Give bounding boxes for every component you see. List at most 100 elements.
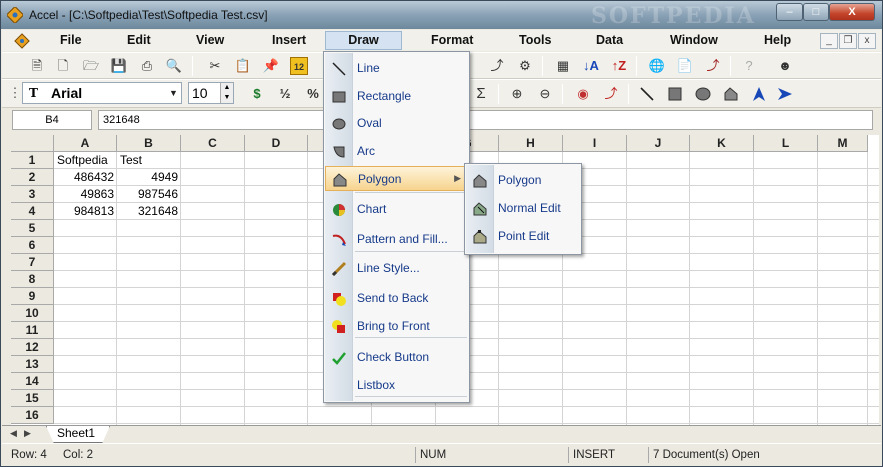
mdi-close-button[interactable]: x — [858, 33, 876, 49]
calendar-icon[interactable]: 12 — [290, 57, 308, 75]
draw-menu-item-check-button[interactable]: Check Button — [325, 345, 468, 370]
row-header-7[interactable]: 7 — [11, 254, 54, 271]
row-header-6[interactable]: 6 — [11, 237, 54, 254]
cell-a4[interactable]: 984813 — [54, 203, 117, 220]
row-header-11[interactable]: 11 — [11, 322, 54, 339]
menu-draw[interactable]: Draw — [325, 31, 402, 50]
polygon-submenu-item-point-edit[interactable]: Point Edit — [466, 224, 580, 249]
spin-buttons[interactable]: ▲ ▼ — [220, 83, 233, 103]
column-header-i[interactable]: I — [563, 135, 627, 152]
menu-help[interactable]: Help — [764, 33, 791, 47]
copy-icon[interactable]: 📋 — [234, 57, 252, 75]
column-header-d[interactable]: D — [245, 135, 308, 152]
sort-descending-icon[interactable]: ↑Z — [610, 57, 628, 75]
cell-b4[interactable]: 321648 — [117, 203, 181, 220]
rectangle-icon[interactable] — [666, 85, 684, 103]
menu-insert[interactable]: Insert — [272, 33, 306, 47]
menu-window[interactable]: Window — [670, 33, 718, 47]
oval-icon[interactable] — [694, 85, 712, 103]
assistant-icon[interactable]: ☻ — [776, 57, 794, 75]
pattern-fill-icon[interactable]: ⤴ — [602, 85, 620, 103]
row-header-5[interactable]: 5 — [11, 220, 54, 237]
tab-sheet1[interactable]: Sheet1 — [46, 426, 110, 443]
cell-b1[interactable]: Test — [117, 152, 181, 169]
column-header-c[interactable]: C — [181, 135, 245, 152]
row-header-2[interactable]: 2 — [11, 169, 54, 186]
print-icon[interactable]: ⎙ — [138, 57, 156, 75]
draw-menu-item-polygon[interactable]: Polygon ▶ — [325, 166, 468, 191]
zoom-out-icon[interactable]: ⊖ — [536, 85, 554, 103]
fraction-icon[interactable]: ½ — [276, 85, 294, 103]
draw-menu-item-rectangle[interactable]: Rectangle — [325, 84, 468, 109]
cell-b2[interactable]: 4949 — [117, 169, 181, 186]
open-icon[interactable]: 🗁 — [82, 57, 100, 75]
goal-icon[interactable]: ⚙ — [516, 57, 534, 75]
cell-reference-box[interactable]: B4 — [12, 110, 92, 130]
draw-menu-item-bring-to-front[interactable]: Bring to Front — [325, 314, 468, 339]
currency-icon[interactable]: $ — [248, 85, 266, 103]
draw-menu-item-pattern-and-fill[interactable]: Pattern and Fill... — [325, 227, 468, 252]
sum-icon[interactable]: Σ — [472, 85, 490, 103]
draw-menu-item-line-style[interactable]: Line Style... — [325, 256, 468, 281]
help-pointer-icon[interactable]: ? — [740, 57, 758, 75]
row-header-16[interactable]: 16 — [11, 407, 54, 424]
chevron-down-icon[interactable]: ▼ — [166, 83, 181, 103]
draw-menu-item-listbox[interactable]: Listbox — [325, 373, 468, 398]
row-header-1[interactable]: 1 — [11, 152, 54, 169]
cell-a3[interactable]: 49863 — [54, 186, 117, 203]
mdi-restore-button[interactable]: ❐ — [839, 33, 857, 49]
close-button[interactable]: X — [829, 3, 875, 21]
draw-menu-item-send-to-back[interactable]: Send to Back — [325, 286, 468, 311]
paste-icon[interactable]: 📌 — [262, 57, 280, 75]
select-all-corner[interactable] — [11, 135, 54, 152]
font-size-spinner[interactable]: 10 ▲ ▼ — [188, 82, 234, 104]
draw-menu-item-arc[interactable]: Arc — [325, 139, 468, 164]
formula-input[interactable]: 321648 — [98, 110, 873, 130]
menu-data[interactable]: Data — [596, 33, 623, 47]
row-header-13[interactable]: 13 — [11, 356, 54, 373]
tab-scroll-right-icon[interactable]: ▶ — [24, 428, 31, 439]
new-icon[interactable]: 🗎 — [28, 57, 46, 75]
maximize-button[interactable]: □ — [803, 3, 829, 21]
arrow-up-icon[interactable] — [750, 85, 768, 103]
sort-ascending-icon[interactable]: ↓A — [582, 57, 600, 75]
row-header-15[interactable]: 15 — [11, 390, 54, 407]
sort-icon[interactable]: ⤴ — [488, 57, 506, 75]
column-header-l[interactable]: L — [754, 135, 818, 152]
menu-view[interactable]: View — [196, 33, 224, 47]
cell-a2[interactable]: 486432 — [54, 169, 117, 186]
mdi-minimize-button[interactable]: _ — [820, 33, 838, 49]
document-icon[interactable] — [14, 33, 30, 49]
draw-menu-item-chart[interactable]: Chart — [325, 197, 468, 222]
copy-doc-icon[interactable]: 🗋 — [54, 57, 72, 75]
column-header-h[interactable]: H — [499, 135, 563, 152]
save-icon[interactable]: 💾 — [110, 57, 128, 75]
row-header-3[interactable]: 3 — [11, 186, 54, 203]
row-header-8[interactable]: 8 — [11, 271, 54, 288]
minimize-button[interactable]: – — [776, 3, 803, 21]
menu-file[interactable]: File — [60, 33, 82, 47]
draw-menu-item-oval[interactable]: Oval — [325, 111, 468, 136]
menu-tools[interactable]: Tools — [519, 33, 551, 47]
chart-icon[interactable]: ◉ — [574, 85, 592, 103]
cell-a1[interactable]: Softpedia — [54, 152, 117, 169]
menu-format[interactable]: Format — [431, 33, 473, 47]
arrow-right-icon[interactable] — [776, 85, 794, 103]
print-preview-icon[interactable]: 🔍 — [165, 57, 183, 75]
polygon-submenu-item-polygon[interactable]: Polygon — [466, 168, 580, 193]
cell-b3[interactable]: 987546 — [117, 186, 181, 203]
column-header-b[interactable]: B — [117, 135, 181, 152]
menu-edit[interactable]: Edit — [127, 33, 151, 47]
line-icon[interactable] — [638, 85, 656, 103]
chart-link-icon[interactable]: ⤴ — [704, 57, 722, 75]
percent-icon[interactable]: % — [304, 85, 322, 103]
column-header-m[interactable]: M — [818, 135, 868, 152]
column-header-a[interactable]: A — [54, 135, 117, 152]
font-name-combobox[interactable]: T Arial ▼ — [22, 82, 182, 104]
row-header-12[interactable]: 12 — [11, 339, 54, 356]
document-list-icon[interactable]: 📄 — [676, 57, 694, 75]
tab-scroll-left-icon[interactable]: ◀ — [10, 428, 17, 439]
row-header-10[interactable]: 10 — [11, 305, 54, 322]
polygon-submenu-item-normal-edit[interactable]: Normal Edit — [466, 196, 580, 221]
cut-icon[interactable]: ✂ — [206, 57, 224, 75]
